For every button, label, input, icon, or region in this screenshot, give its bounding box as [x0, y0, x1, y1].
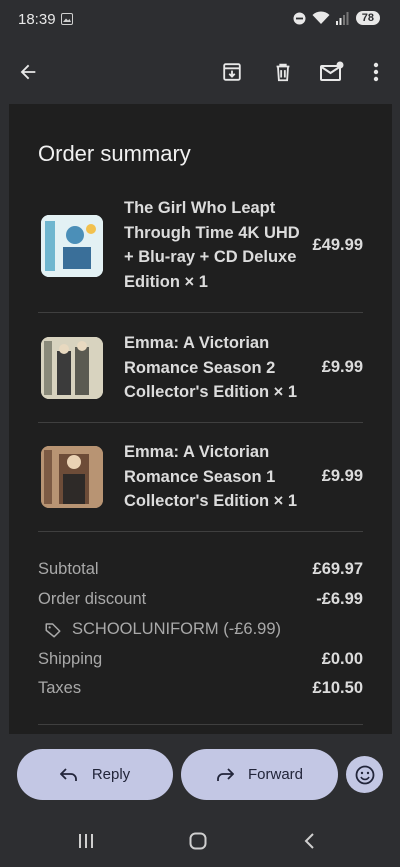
product-image	[41, 446, 103, 508]
battery-indicator: 78	[355, 11, 380, 25]
reply-icon	[59, 767, 77, 781]
taxes-label: Taxes	[38, 679, 82, 697]
subtotal-row: Subtotal £69.97	[38, 560, 363, 584]
divider	[38, 312, 363, 313]
shipping-value: £0.00	[321, 650, 363, 668]
divider	[38, 724, 363, 725]
delete-button[interactable]	[267, 56, 299, 88]
system-back-button[interactable]	[297, 828, 323, 854]
order-item: Emma: A Victorian Romance Season 2 Colle…	[38, 331, 363, 409]
dnd-icon	[293, 12, 306, 24]
subtotal-label: Subtotal	[38, 560, 99, 578]
subtotal-value: £69.97	[312, 560, 363, 578]
chevron-left-icon	[304, 833, 314, 849]
back-button[interactable]	[12, 56, 44, 88]
coupon-row: SCHOOLUNIFORM (-£6.99)	[44, 620, 281, 639]
wifi-icon	[312, 11, 330, 24]
reply-button[interactable]: Reply	[17, 749, 173, 800]
reply-bar: Reply Forward	[0, 734, 400, 814]
mark-unread-icon	[320, 61, 344, 81]
forward-button[interactable]: Forward	[181, 749, 338, 800]
order-item: The Girl Who Leapt Through Time 4K UHD +…	[38, 196, 363, 296]
shipping-label: Shipping	[38, 650, 103, 668]
home-icon	[189, 832, 207, 850]
product-image	[41, 337, 103, 399]
discount-value: -£6.99	[316, 590, 363, 608]
gallery-notification-icon	[61, 13, 73, 25]
divider	[38, 422, 363, 423]
archive-button[interactable]	[216, 56, 248, 88]
item-name: The Girl Who Leapt Through Time 4K UHD +…	[124, 199, 300, 291]
tag-icon	[45, 622, 61, 637]
emoji-reaction-button[interactable]	[346, 756, 383, 793]
order-summary-title: Order summary	[38, 141, 191, 166]
item-price: £9.99	[321, 467, 363, 485]
item-name: Emma: A Victorian Romance Season 2 Colle…	[124, 334, 298, 401]
status-bar: 18:39 78	[0, 0, 400, 40]
taxes-value: £10.50	[312, 679, 363, 697]
recent-apps-icon	[79, 834, 93, 848]
archive-icon	[223, 63, 241, 81]
status-time: 18:39	[18, 11, 56, 28]
status-icons: 78	[293, 11, 380, 25]
item-price: £49.99	[312, 236, 363, 254]
signal-icon	[335, 11, 349, 25]
more-vert-icon	[373, 62, 379, 82]
emoji-icon	[355, 765, 374, 784]
taxes-row: Taxes £10.50	[38, 679, 363, 703]
discount-label: Order discount	[38, 590, 147, 608]
coupon-code: SCHOOLUNIFORM (-£6.99)	[72, 620, 282, 638]
arrow-back-icon	[20, 64, 36, 80]
mark-unread-button[interactable]	[316, 56, 348, 88]
item-price: £9.99	[321, 358, 363, 376]
shipping-row: Shipping £0.00	[38, 650, 363, 674]
forward-label: Forward	[247, 766, 303, 783]
divider	[38, 531, 363, 532]
recent-apps-button[interactable]	[73, 828, 99, 854]
delete-icon	[276, 63, 290, 82]
system-navigation-bar	[0, 814, 400, 867]
product-cover-art	[41, 446, 103, 508]
product-cover-art	[41, 337, 103, 399]
reply-label: Reply	[91, 766, 131, 783]
product-cover-art	[41, 215, 103, 277]
item-name: Emma: A Victorian Romance Season 1 Colle…	[124, 443, 298, 510]
more-options-button[interactable]	[360, 56, 392, 88]
discount-row: Order discount -£6.99	[38, 590, 363, 614]
forward-icon	[217, 767, 234, 781]
order-item: Emma: A Victorian Romance Season 1 Colle…	[38, 440, 363, 518]
app-bar	[0, 44, 400, 100]
product-image	[41, 215, 103, 277]
home-button[interactable]	[185, 828, 211, 854]
order-summary-card: Order summary The Girl Who Leapt Through…	[9, 104, 392, 734]
